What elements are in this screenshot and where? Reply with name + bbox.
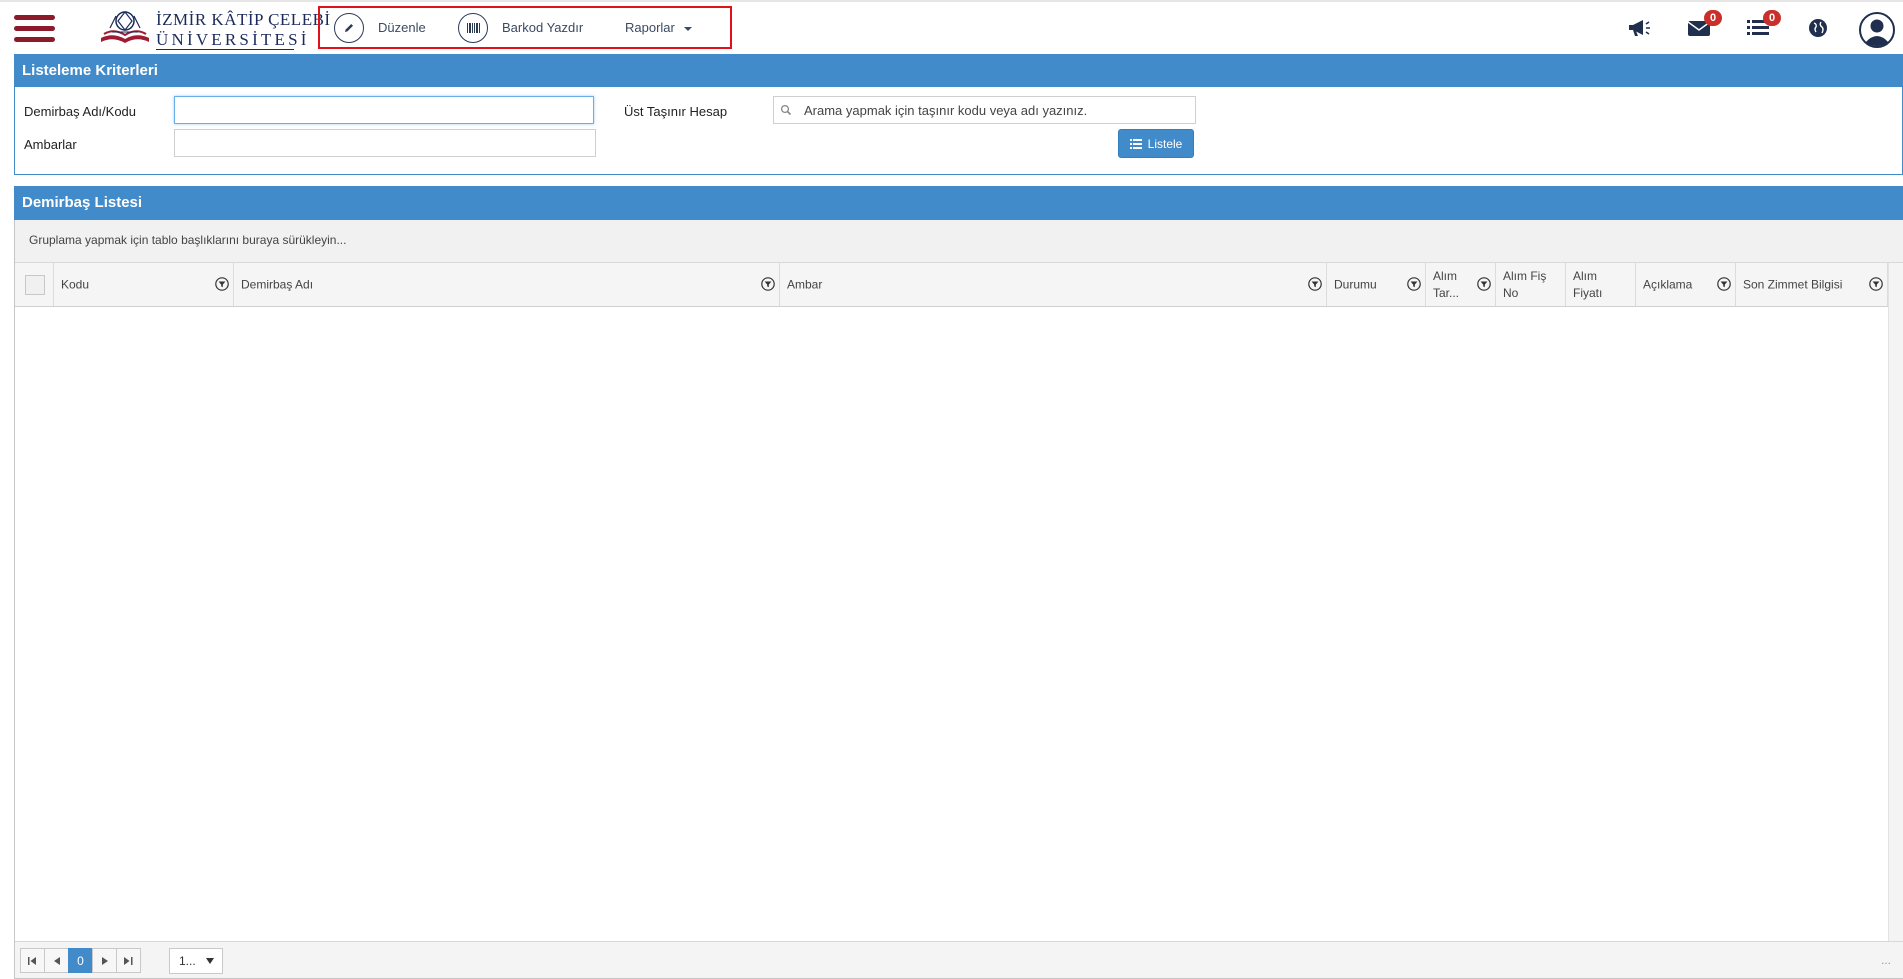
column-header-purchase-date[interactable]: Alım Tar... [1426, 263, 1496, 306]
column-title-last-assignment: Son Zimmet Bilgisi [1743, 277, 1843, 291]
reports-label: Raporlar [625, 20, 675, 35]
list-icon[interactable]: 0 [1745, 10, 1781, 42]
logo-underline [156, 49, 294, 50]
column-header-purchase-receipt[interactable]: Alım Fiş No [1496, 263, 1566, 306]
column-header-purchase-price[interactable]: Alım Fiyatı [1566, 263, 1636, 306]
column-title-line: Fiyatı [1573, 285, 1603, 300]
list-icon [1129, 138, 1142, 149]
column-header-code[interactable]: Kodu [54, 263, 234, 306]
edit-button[interactable]: Düzenle [334, 8, 426, 47]
warehouses-label: Ambarlar [24, 137, 77, 152]
edit-label: Düzenle [378, 20, 426, 35]
current-page-button[interactable]: 0 [68, 948, 93, 973]
pager: 0 1... ... [15, 941, 1903, 978]
list-button-label: Listele [1147, 136, 1183, 151]
filter-icon[interactable] [1717, 277, 1731, 291]
select-all-checkbox[interactable] [25, 275, 45, 295]
caret-down-icon [683, 26, 692, 31]
next-page-icon [101, 956, 108, 965]
reports-dropdown[interactable]: Raporlar [625, 8, 692, 47]
pager-info: ... [1880, 953, 1891, 967]
first-page-button[interactable] [20, 948, 45, 973]
column-title-line: Tar... [1433, 285, 1460, 300]
column-header-warehouse[interactable]: Ambar [780, 263, 1327, 306]
page-size-value: 1... [179, 954, 196, 968]
hamburger-menu-icon[interactable] [14, 15, 56, 43]
prev-page-button[interactable] [44, 948, 69, 973]
logo-subtitle: ÜNİVERSİTESİ [156, 30, 310, 49]
print-barcode-button[interactable]: Barkod Yazdır [458, 8, 583, 47]
column-title-purchase-receipt: Alım Fiş No [1503, 268, 1546, 302]
column-header-asset-name[interactable]: Demirbaş Adı [234, 263, 780, 306]
group-drop-area[interactable]: Gruplama yapmak için tablo başlıklarını … [15, 220, 1903, 263]
tasks-badge: 0 [1763, 10, 1781, 26]
logo-emblem-icon [101, 11, 149, 43]
column-title-warehouse: Ambar [787, 277, 823, 291]
parent-account-placeholder: Arama yapmak için taşınır kodu veya adı … [804, 102, 1088, 118]
top-header: İZMİR KÂTİP ÇELEBİ ÜNİVERSİTESİ Düzenle [0, 2, 1903, 52]
column-title-purchase-date: Alım Tar... [1433, 268, 1459, 302]
page-size-select[interactable]: 1... [169, 948, 223, 974]
column-title-description: Açıklama [1643, 277, 1693, 291]
grid-body [15, 307, 1888, 941]
logo-title: İZMİR KÂTİP ÇELEBİ [156, 10, 331, 29]
asset-name-label: Demirbaş Adı/Kodu [24, 104, 137, 119]
filter-icon[interactable] [761, 277, 775, 291]
warehouses-input[interactable] [174, 129, 596, 157]
filter-icon[interactable] [1407, 277, 1421, 291]
search-icon [780, 104, 792, 116]
group-hint: Gruplama yapmak için tablo başlıklarını … [29, 233, 347, 247]
column-title-asset-name: Demirbaş Adı [241, 277, 314, 291]
first-page-icon [28, 956, 36, 965]
filter-icon[interactable] [1477, 277, 1491, 291]
university-logo[interactable]: İZMİR KÂTİP ÇELEBİ ÜNİVERSİTESİ [98, 8, 330, 50]
prev-page-icon [53, 956, 60, 965]
asset-name-input[interactable] [174, 96, 594, 124]
envelope-icon[interactable]: 0 [1686, 10, 1722, 42]
grid-panel-title: Demirbaş Listesi [14, 186, 1903, 220]
dropdown-arrow-icon [206, 958, 214, 964]
filter-icon[interactable] [1869, 277, 1883, 291]
last-page-icon [124, 956, 133, 965]
vertical-scrollbar[interactable] [1888, 263, 1903, 941]
column-title-line: Alım Fiş [1503, 268, 1547, 283]
column-header-description[interactable]: Açıklama [1636, 263, 1736, 306]
parent-account-search[interactable]: Arama yapmak için taşınır kodu veya adı … [773, 96, 1196, 124]
column-title-purchase-price: Alım Fiyatı [1573, 268, 1602, 302]
messages-badge: 0 [1704, 10, 1722, 26]
column-title-line: No [1503, 285, 1519, 300]
column-title-status: Durumu [1334, 277, 1377, 291]
column-header-status[interactable]: Durumu [1327, 263, 1426, 306]
column-title-code: Kodu [61, 277, 90, 291]
column-title-line: Alım [1433, 268, 1457, 283]
megaphone-icon[interactable] [1626, 14, 1652, 42]
parent-account-label: Üst Taşınır Hesap [624, 104, 728, 119]
column-title-line: Alım [1573, 268, 1597, 283]
action-toolbar: Düzenle Barkod Yazdır Raporlar [318, 6, 732, 49]
last-page-button[interactable] [116, 948, 141, 973]
column-header-last-assignment[interactable]: Son Zimmet Bilgisi [1736, 263, 1888, 306]
criteria-panel-title: Listeleme Kriterleri [14, 54, 1903, 87]
next-page-button[interactable] [92, 948, 117, 973]
list-button[interactable]: Listele [1118, 129, 1194, 158]
grid-header: Kodu Demirbaş Adı Ambar Durumu Alım Tar.… [15, 263, 1903, 307]
user-avatar-icon[interactable] [1858, 11, 1896, 49]
pencil-icon [334, 12, 364, 43]
filter-icon[interactable] [215, 277, 229, 291]
filter-icon[interactable] [1308, 277, 1322, 291]
barcode-label: Barkod Yazdır [502, 20, 584, 35]
barcode-icon [458, 12, 488, 43]
globe-icon[interactable] [1806, 14, 1830, 42]
select-all-column [15, 263, 54, 306]
